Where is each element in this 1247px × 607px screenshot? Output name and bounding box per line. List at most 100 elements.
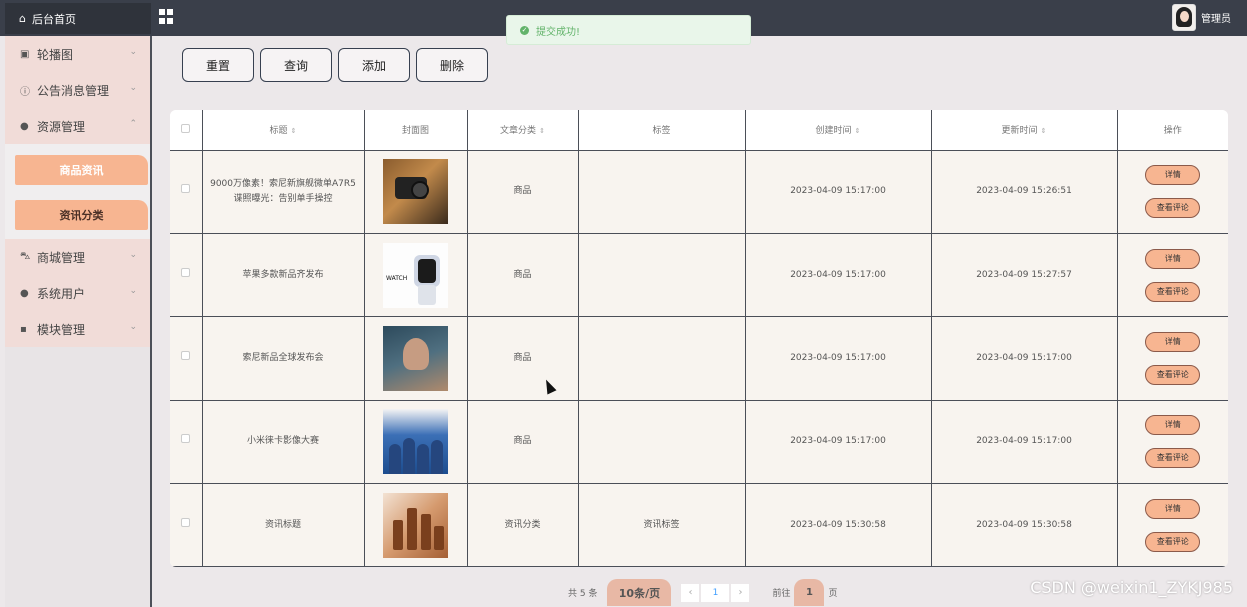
detail-button[interactable]: 详情 [1145, 498, 1201, 519]
admin-label: 管理员 [1201, 14, 1231, 25]
sidebar-divider [150, 36, 152, 607]
submenu-item-news-category[interactable]: 资讯分类 [15, 200, 148, 230]
view-comments-button[interactable]: 查看评论 [1145, 531, 1201, 552]
sidebar-item-mall[interactable]: ⛍ 商城管理 ⌄ [5, 239, 151, 275]
cell-updated: 2023-04-09 15:30:58 [931, 483, 1118, 567]
row-select-cell[interactable] [170, 483, 203, 567]
chevron-down-icon: ⌄ [129, 250, 137, 260]
cell-category: 资讯分类 [467, 483, 579, 567]
resources-submenu: 商品资讯 资讯分类 [5, 144, 151, 239]
row-select-cell[interactable] [170, 233, 203, 318]
page-suffix: 页 [828, 589, 838, 599]
header-updated[interactable]: 更新时间 ⇕ [931, 110, 1118, 151]
sidebar-item-label: 商城管理 [37, 250, 86, 265]
sort-icon[interactable]: ⇕ [1041, 127, 1047, 135]
cell-cover: WATCH [364, 233, 468, 318]
cell-created: 2023-04-09 15:17:00 [745, 400, 932, 485]
row-select-cell[interactable] [170, 400, 203, 485]
select-all-cell[interactable] [170, 110, 203, 151]
sidebar-item-label: 轮播图 [37, 47, 74, 62]
cell-tags [578, 233, 746, 318]
query-button[interactable]: 查询 [260, 48, 332, 82]
cell-ops: 详情 查看评论 [1117, 150, 1228, 234]
grid-icon: ▪ [20, 323, 27, 335]
select-all-checkbox[interactable] [181, 123, 191, 133]
cell-tags [578, 400, 746, 485]
header-label: 更新时间 [1001, 126, 1038, 137]
sidebar-item-label: 模块管理 [37, 322, 86, 337]
cover-image: WATCH [383, 242, 448, 308]
data-table: 标题 ⇕ 封面图 文章分类 ⇕ 标签 创建时间 ⇕ 更新时间 ⇕ 操作 9000万像素！… [170, 110, 1228, 567]
row-select-cell[interactable] [170, 316, 203, 401]
header-created[interactable]: 创建时间 ⇕ [745, 110, 932, 151]
row-select-cell[interactable] [170, 150, 203, 234]
sidebar-item-announcements[interactable]: ⓘ 公告消息管理 ⌄ [5, 72, 151, 108]
view-comments-button[interactable]: 查看评论 [1145, 281, 1201, 302]
cell-title: 苹果多款新品齐发布 [202, 233, 365, 318]
prev-page-button[interactable]: ‹ [681, 583, 700, 602]
location-icon: ● [20, 120, 29, 132]
chevron-up-icon: ⌃ [129, 119, 137, 129]
user-menu[interactable]: 管理员 [1172, 4, 1231, 31]
action-toolbar: 重置 查询 添加 删除 [182, 48, 488, 82]
chevron-down-icon: ⌄ [129, 286, 137, 296]
toast-text: 提交成功! [536, 26, 581, 38]
page-number-1[interactable]: 1 [701, 583, 730, 602]
cover-image [383, 409, 448, 475]
view-comments-button[interactable]: 查看评论 [1145, 448, 1201, 469]
header-title[interactable]: 标题 ⇕ [202, 110, 365, 151]
header-tags: 标签 [578, 110, 746, 151]
view-comments-button[interactable]: 查看评论 [1145, 364, 1201, 385]
row-checkbox[interactable] [181, 434, 191, 444]
cell-created: 2023-04-09 15:17:00 [745, 150, 932, 234]
sidebar-item-carousel[interactable]: ▣ 轮播图 ⌄ [5, 36, 151, 72]
sort-icon[interactable]: ⇕ [291, 127, 297, 135]
sidebar: ▣ 轮播图 ⌄ ⓘ 公告消息管理 ⌄ ● 资源管理 ⌃ 商品资讯 资讯分类 ⛍ … [5, 36, 151, 607]
table-row: 索尼新品全球发布会 商品 2023-04-09 15:17:00 2023-04… [170, 316, 1228, 401]
cell-updated: 2023-04-09 15:27:57 [931, 233, 1118, 318]
sidebar-item-label: 资源管理 [37, 119, 86, 134]
sidebar-item-system-users[interactable]: ● 系统用户 ⌄ [5, 275, 151, 311]
cell-created: 2023-04-09 15:17:00 [745, 316, 932, 401]
cell-updated: 2023-04-09 15:26:51 [931, 150, 1118, 234]
delete-button[interactable]: 删除 [416, 48, 488, 82]
cell-updated: 2023-04-09 15:17:00 [931, 316, 1118, 401]
sidebar-item-modules[interactable]: ▪ 模块管理 ⌄ [5, 311, 151, 347]
row-checkbox[interactable] [181, 267, 191, 277]
row-checkbox[interactable] [181, 184, 191, 194]
cell-ops: 详情 查看评论 [1117, 316, 1228, 401]
success-toast: ✓ 提交成功! [506, 15, 751, 45]
view-comments-button[interactable]: 查看评论 [1145, 198, 1201, 219]
submenu-item-product-news[interactable]: 商品资讯 [15, 155, 148, 185]
cell-cover [364, 150, 468, 234]
detail-button[interactable]: 详情 [1145, 415, 1201, 436]
chevron-down-icon: ⌄ [129, 47, 137, 57]
next-page-button[interactable]: › [731, 583, 750, 602]
sort-icon[interactable]: ⇕ [855, 127, 861, 135]
check-circle-icon: ✓ [520, 25, 529, 35]
total-count: 共 5 条 [568, 589, 598, 599]
table-row: 资讯标题 资讯分类 资讯标签 2023-04-09 15:30:58 2023-… [170, 483, 1228, 567]
reset-button[interactable]: 重置 [182, 48, 254, 82]
header-label: 标题 [269, 126, 288, 137]
cell-created: 2023-04-09 15:17:00 [745, 233, 932, 318]
row-checkbox[interactable] [181, 350, 191, 360]
detail-button[interactable]: 详情 [1145, 165, 1201, 186]
cell-title: 小米徕卡影像大赛 [202, 400, 365, 485]
sort-icon[interactable]: ⇕ [539, 127, 545, 135]
detail-button[interactable]: 详情 [1145, 331, 1201, 352]
header-category[interactable]: 文章分类 ⇕ [467, 110, 579, 151]
sidebar-item-label: 系统用户 [37, 286, 86, 301]
cell-created: 2023-04-09 15:30:58 [745, 483, 932, 567]
cell-ops: 详情 查看评论 [1117, 400, 1228, 485]
table-row: 小米徕卡影像大赛 商品 2023-04-09 15:17:00 2023-04-… [170, 400, 1228, 485]
sidebar-item-resources[interactable]: ● 资源管理 ⌃ [5, 108, 151, 144]
home-link[interactable]: ⌂ 后台首页 [5, 3, 151, 34]
detail-button[interactable]: 详情 [1145, 248, 1201, 269]
cart-icon: ⛍ [20, 250, 31, 262]
goto-page-input[interactable]: 1 [794, 579, 825, 606]
add-button[interactable]: 添加 [338, 48, 410, 82]
row-checkbox[interactable] [181, 517, 191, 527]
page-size-select[interactable]: 10条/页 [607, 579, 672, 606]
menu-toggle-icon[interactable] [159, 9, 174, 24]
